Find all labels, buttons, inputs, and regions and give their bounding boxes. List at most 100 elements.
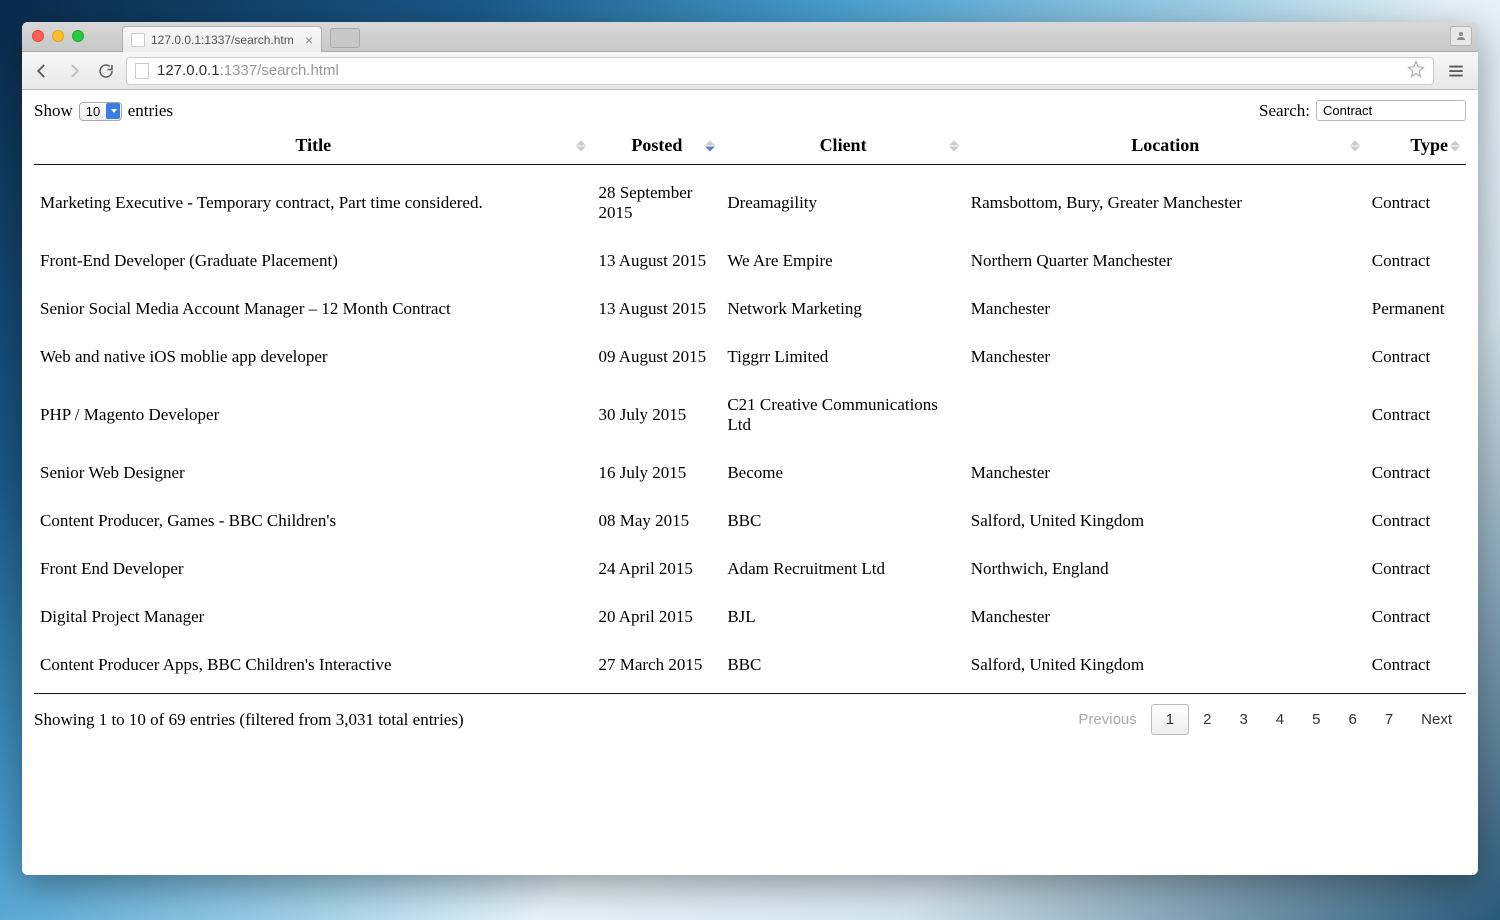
cell-location: Northern Quarter Manchester (965, 237, 1366, 285)
table-row: Senior Web Designer16 July 2015BecomeMan… (34, 449, 1466, 497)
table-controls: Show 10 entries Search: (34, 100, 1466, 121)
profile-button[interactable] (1450, 26, 1472, 46)
arrow-right-icon (65, 62, 83, 80)
page-7[interactable]: 7 (1371, 705, 1407, 734)
window-controls (32, 30, 84, 42)
cell-client: Tiggrr Limited (721, 333, 964, 381)
cell-posted: 20 April 2015 (592, 593, 721, 641)
cell-title: Content Producer Apps, BBC Children's In… (34, 641, 592, 694)
length-select[interactable]: 10 (79, 102, 122, 121)
cell-posted: 09 August 2015 (592, 333, 721, 381)
cell-posted: 13 August 2015 (592, 237, 721, 285)
reload-button[interactable] (94, 59, 118, 83)
cell-type: Contract (1366, 497, 1466, 545)
table-info: Showing 1 to 10 of 69 entries (filtered … (34, 710, 464, 730)
page-4[interactable]: 4 (1262, 705, 1298, 734)
window-maximize-button[interactable] (72, 30, 84, 42)
cell-posted: 24 April 2015 (592, 545, 721, 593)
search-input[interactable] (1316, 100, 1466, 121)
cell-location: Salford, United Kingdom (965, 497, 1366, 545)
page-icon (135, 63, 149, 79)
sort-icon (576, 140, 586, 151)
tab-title: 127.0.0.1:1337/search.htm (151, 33, 299, 47)
table-row: Front-End Developer (Graduate Placement)… (34, 237, 1466, 285)
cell-type: Contract (1366, 165, 1466, 238)
col-header-location[interactable]: Location (965, 127, 1366, 165)
cell-location: Ramsbottom, Bury, Greater Manchester (965, 165, 1366, 238)
cell-title: Senior Web Designer (34, 449, 592, 497)
col-header-posted[interactable]: Posted (592, 127, 721, 165)
new-tab-button[interactable] (330, 28, 360, 48)
cell-client: C21 Creative Communications Ltd (721, 381, 964, 449)
table-footer: Showing 1 to 10 of 69 entries (filtered … (34, 704, 1466, 735)
sort-icon (1450, 140, 1460, 151)
col-header-title[interactable]: Title (34, 127, 592, 165)
page-6[interactable]: 6 (1334, 705, 1370, 734)
menu-button[interactable] (1442, 57, 1470, 85)
browser-tab[interactable]: 127.0.0.1:1337/search.htm × (122, 26, 322, 52)
cell-type: Contract (1366, 449, 1466, 497)
arrow-left-icon (33, 62, 51, 80)
cell-title: Marketing Executive - Temporary contract… (34, 165, 592, 238)
address-bar[interactable]: 127.0.0.1:1337/search.html (126, 57, 1434, 85)
table-row: Digital Project Manager20 April 2015BJLM… (34, 593, 1466, 641)
page-next[interactable]: Next (1407, 705, 1466, 734)
window-close-button[interactable] (32, 30, 44, 42)
cell-client: Dreamagility (721, 165, 964, 238)
table-row: Content Producer Apps, BBC Children's In… (34, 641, 1466, 694)
col-header-client[interactable]: Client (721, 127, 964, 165)
cell-client: Become (721, 449, 964, 497)
cell-client: We Are Empire (721, 237, 964, 285)
browser-tabstrip: 127.0.0.1:1337/search.htm × (22, 22, 1478, 52)
reload-icon (97, 62, 115, 80)
browser-window: 127.0.0.1:1337/search.htm × 127.0.0.1:13… (22, 22, 1478, 875)
forward-button[interactable] (62, 59, 86, 83)
cell-title: Senior Social Media Account Manager – 12… (34, 285, 592, 333)
cell-title: Digital Project Manager (34, 593, 592, 641)
cell-client: Network Marketing (721, 285, 964, 333)
cell-title: Content Producer, Games - BBC Children's (34, 497, 592, 545)
table-header-row: Title Posted Client Location (34, 127, 1466, 165)
cell-title: Front-End Developer (Graduate Placement) (34, 237, 592, 285)
cell-location: Manchester (965, 285, 1366, 333)
results-table: Title Posted Client Location (34, 127, 1466, 694)
pagination: Previous1234567Next (1064, 704, 1466, 735)
search-control: Search: (1259, 100, 1466, 121)
url-path: :1337/search.html (220, 62, 339, 79)
user-icon (1455, 30, 1467, 42)
search-label: Search: (1259, 101, 1310, 121)
sort-icon (949, 140, 959, 151)
table-row: Marketing Executive - Temporary contract… (34, 165, 1466, 238)
favicon-icon (131, 33, 145, 47)
page-5[interactable]: 5 (1298, 705, 1334, 734)
bookmark-button[interactable] (1407, 60, 1425, 82)
page-3[interactable]: 3 (1225, 705, 1261, 734)
page-previous[interactable]: Previous (1064, 705, 1150, 734)
cell-posted: 13 August 2015 (592, 285, 721, 333)
cell-location: Manchester (965, 593, 1366, 641)
sort-desc-icon (705, 140, 715, 151)
cell-type: Permanent (1366, 285, 1466, 333)
cell-type: Contract (1366, 545, 1466, 593)
page-content: Show 10 entries Search: Title (22, 90, 1478, 875)
cell-client: BBC (721, 497, 964, 545)
cell-posted: 08 May 2015 (592, 497, 721, 545)
table-row: Senior Social Media Account Manager – 12… (34, 285, 1466, 333)
back-button[interactable] (30, 59, 54, 83)
col-header-type[interactable]: Type (1366, 127, 1466, 165)
page-2[interactable]: 2 (1189, 705, 1225, 734)
table-body: Marketing Executive - Temporary contract… (34, 165, 1466, 694)
cell-location (965, 381, 1366, 449)
hamburger-icon (1447, 62, 1465, 80)
page-1[interactable]: 1 (1151, 704, 1189, 735)
tab-close-button[interactable]: × (305, 32, 313, 48)
star-icon (1407, 60, 1425, 78)
window-minimize-button[interactable] (52, 30, 64, 42)
length-control: Show 10 entries (34, 101, 173, 121)
length-label-prefix: Show (34, 101, 73, 121)
cell-posted: 30 July 2015 (592, 381, 721, 449)
table-row: PHP / Magento Developer30 July 2015C21 C… (34, 381, 1466, 449)
cell-client: BBC (721, 641, 964, 694)
cell-client: BJL (721, 593, 964, 641)
cell-type: Contract (1366, 593, 1466, 641)
